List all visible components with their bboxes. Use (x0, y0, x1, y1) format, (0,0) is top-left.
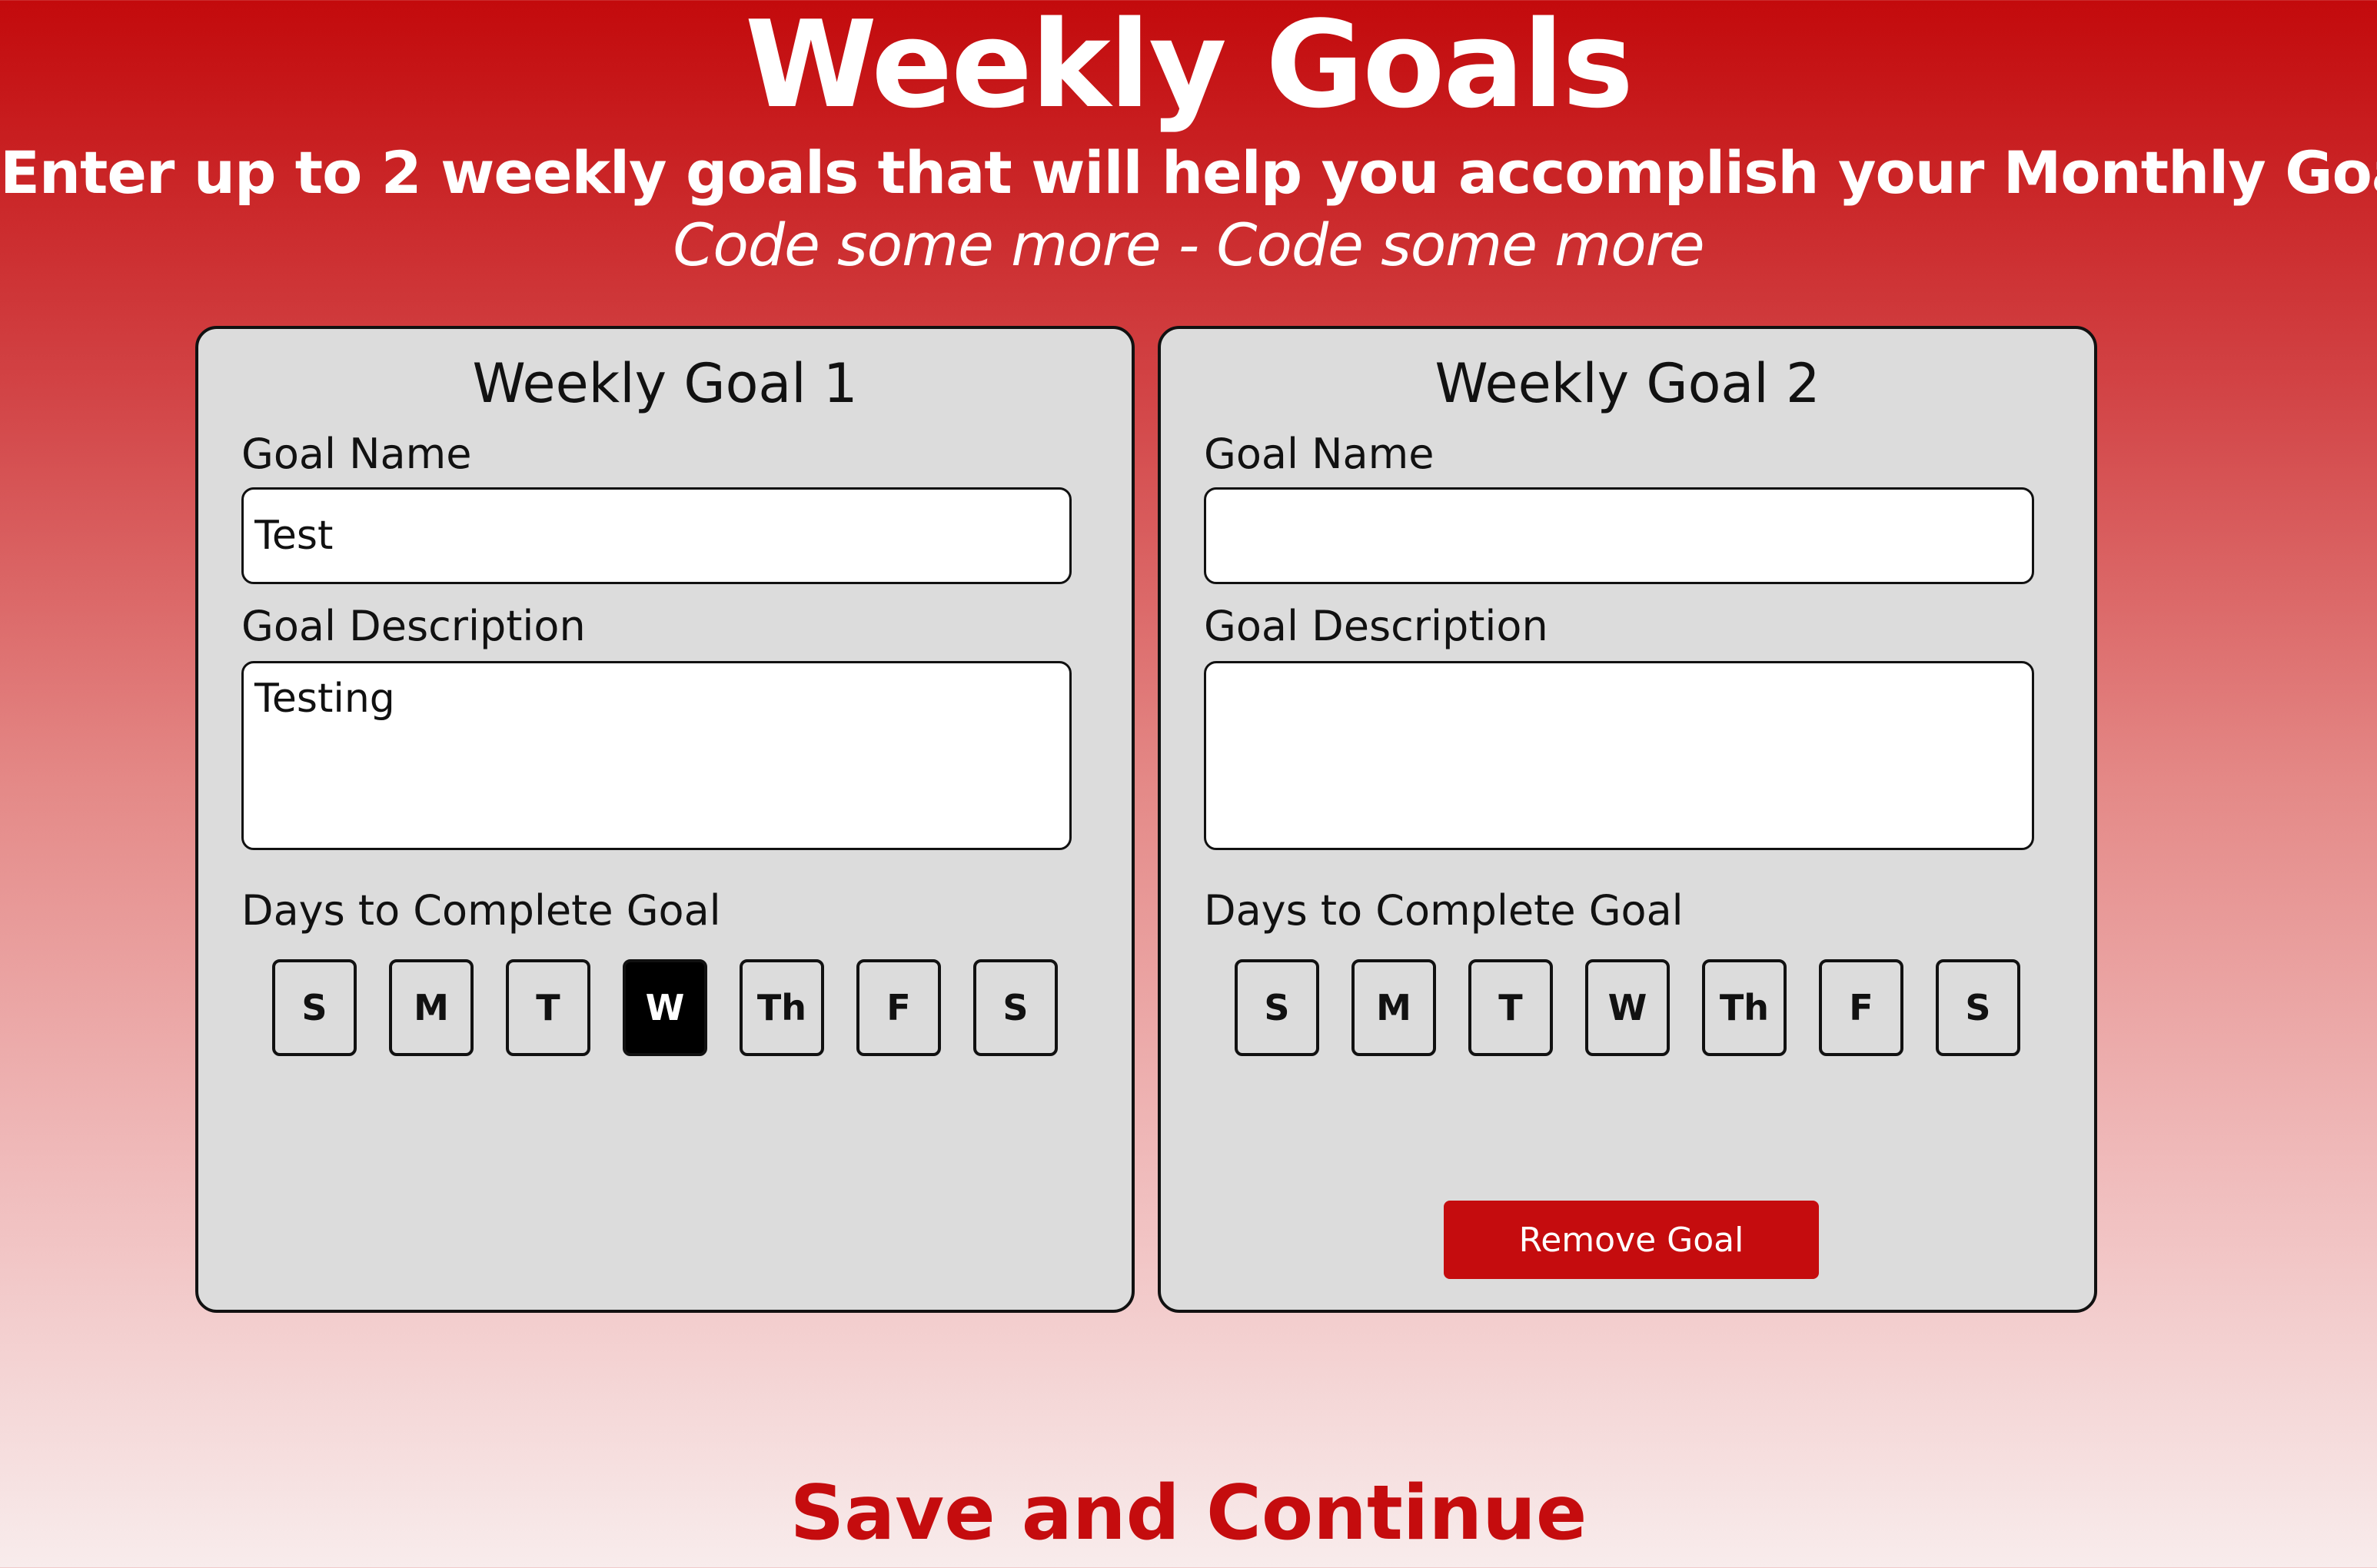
days-label: Days to Complete Goal (1204, 886, 1684, 935)
card-title: Weekly Goal 1 (472, 352, 858, 415)
day-button-friday[interactable]: F (1819, 959, 1903, 1056)
day-button-monday[interactable]: M (389, 959, 474, 1056)
goal-description-label: Goal Description (1204, 602, 1548, 650)
days-selector: S M T W Th F S (1235, 959, 2020, 1056)
goal-name-input[interactable] (1204, 487, 2034, 584)
day-button-friday[interactable]: F (856, 959, 941, 1056)
day-button-tuesday[interactable]: T (1468, 959, 1553, 1056)
day-button-wednesday[interactable]: W (1585, 959, 1670, 1056)
goal-description-label: Goal Description (241, 602, 586, 650)
goal-description-input[interactable] (1204, 661, 2034, 850)
card-title: Weekly Goal 2 (1435, 352, 1820, 415)
weekly-goal-card-2: Weekly Goal 2 Goal Name Goal Description… (1158, 326, 2097, 1313)
day-button-thursday[interactable]: Th (740, 959, 824, 1056)
day-button-saturday[interactable]: S (973, 959, 1058, 1056)
day-button-tuesday[interactable]: T (506, 959, 590, 1056)
day-button-sunday[interactable]: S (272, 959, 357, 1056)
remove-goal-button[interactable]: Remove Goal (1444, 1201, 1819, 1279)
days-selector: S M T W Th F S (272, 959, 1058, 1056)
page-title: Weekly Goals (744, 0, 1634, 135)
day-button-sunday[interactable]: S (1235, 959, 1319, 1056)
day-button-thursday[interactable]: Th (1702, 959, 1787, 1056)
day-button-wednesday[interactable]: W (623, 959, 707, 1056)
page-subtitle: Enter up to 2 weekly goals that will hel… (0, 138, 2377, 207)
weekly-goal-card-1: Weekly Goal 1 Goal Name Goal Description… (195, 326, 1135, 1313)
goal-name-label: Goal Name (241, 430, 472, 478)
day-button-monday[interactable]: M (1351, 959, 1436, 1056)
save-and-continue-button[interactable]: Save and Continue (0, 1471, 2377, 1556)
days-label: Days to Complete Goal (241, 886, 721, 935)
day-button-saturday[interactable]: S (1936, 959, 2020, 1056)
goal-name-label: Goal Name (1204, 430, 1435, 478)
goal-name-input[interactable] (241, 487, 1072, 584)
goal-description-input[interactable]: Testing (241, 661, 1072, 850)
monthly-goal-text: Code some more - Code some more (673, 211, 1704, 279)
